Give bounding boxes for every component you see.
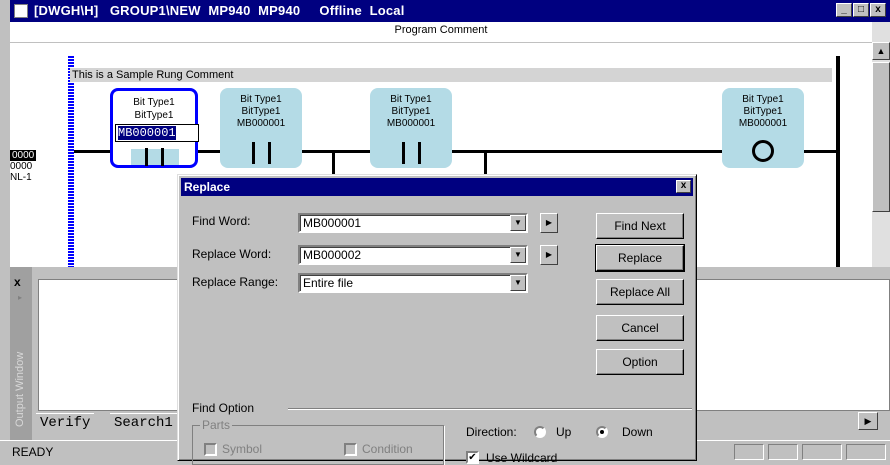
right-power-rail [836, 56, 840, 267]
status-text: READY [12, 445, 54, 459]
option-button[interactable]: Option [596, 349, 684, 375]
rung-label: NL-1 [10, 172, 32, 183]
element-comment: Bit Type1 [133, 97, 175, 108]
direction-down-radio[interactable] [596, 426, 608, 438]
find-word-label: Find Word: [192, 214, 251, 228]
direction-label: Direction: [466, 425, 517, 439]
rung-comment[interactable]: This is a Sample Rung Comment [70, 68, 832, 82]
replace-range-select[interactable]: Entire file ▼ [298, 273, 528, 293]
maximize-button[interactable]: □ [853, 3, 869, 17]
status-panel [734, 444, 764, 460]
find-option-label: Find Option [192, 401, 255, 415]
direction-up-radio[interactable] [534, 426, 546, 438]
scroll-right-icon[interactable]: ▶ [858, 412, 878, 430]
contact-element[interactable]: Bit Type1 BitType1 MB000001 [220, 88, 302, 168]
vertical-scrollbar[interactable]: ▲ [872, 22, 890, 267]
rung-number-area[interactable]: 0000 0000 NL-1 [10, 150, 60, 183]
status-panel [768, 444, 798, 460]
replace-dialog: Replace x Find Word: MB000001 ▼ ▶ Replac… [177, 174, 697, 465]
chevron-down-icon: ▼ [510, 275, 526, 291]
parts-label: Parts [200, 418, 233, 432]
output-close-icon[interactable]: x [14, 275, 21, 289]
replace-word-label: Replace Word: [192, 247, 272, 261]
scroll-thumb[interactable] [872, 62, 890, 212]
direction-down-label: Down [622, 425, 653, 439]
rung-number: 0000 [10, 150, 37, 161]
cancel-button[interactable]: Cancel [596, 315, 684, 341]
dialog-close-button[interactable]: x [676, 180, 691, 193]
chevron-down-icon: ▼ [510, 247, 526, 263]
symbol-checkbox[interactable] [204, 443, 217, 456]
replace-all-button[interactable]: Replace All [596, 279, 684, 305]
minimize-button[interactable]: _ [836, 3, 852, 17]
title-bar: [DWGH\H] GROUP1\NEW MP940 MP940 Offline … [10, 0, 890, 22]
find-word-menu-button[interactable]: ▶ [540, 213, 558, 233]
chevron-down-icon: ▼ [510, 215, 526, 231]
status-panel [846, 444, 886, 460]
tab-verify[interactable]: Verify [36, 413, 95, 433]
symbol-label: Symbol [222, 442, 263, 456]
contact-selected[interactable]: Bit Type1 BitType1 MB000001 [110, 88, 199, 168]
find-word-combo[interactable]: MB000001 ▼ [298, 213, 528, 233]
pin-icon[interactable]: ▸ [18, 293, 22, 302]
rung-step: 0000 [10, 161, 33, 172]
program-comment: Program Comment [394, 24, 488, 36]
coil-icon [752, 140, 774, 162]
scroll-up-icon[interactable]: ▲ [872, 42, 890, 60]
dialog-title: Replace [181, 178, 693, 196]
tab-search1[interactable]: Search1 [110, 413, 177, 433]
contact-element[interactable]: Bit Type1 BitType1 MB000001 [370, 88, 452, 168]
replace-range-label: Replace Range: [192, 275, 279, 289]
replace-word-menu-button[interactable]: ▶ [540, 245, 558, 265]
element-label: BitType1 [134, 110, 174, 121]
address-edit-field[interactable]: MB000001 [115, 124, 199, 142]
use-wildcard-label: Use Wildcard [486, 451, 558, 465]
condition-label: Condition [362, 442, 413, 456]
use-wildcard-checkbox[interactable]: ✔ [466, 451, 479, 464]
window-title: [DWGH\H] GROUP1\NEW MP940 MP940 Offline … [34, 3, 405, 18]
coil-element[interactable]: Bit Type1 BitType1 MB000001 [722, 88, 804, 168]
replace-word-combo[interactable]: MB000002 ▼ [298, 245, 528, 265]
divider [288, 408, 692, 410]
find-next-button[interactable]: Find Next [596, 213, 684, 239]
direction-up-label: Up [556, 425, 572, 439]
replace-button[interactable]: Replace [595, 244, 685, 272]
left-power-rail [68, 56, 74, 267]
close-button[interactable]: x [870, 3, 886, 17]
app-icon [14, 4, 28, 18]
condition-checkbox[interactable] [344, 443, 357, 456]
status-panel [802, 444, 842, 460]
